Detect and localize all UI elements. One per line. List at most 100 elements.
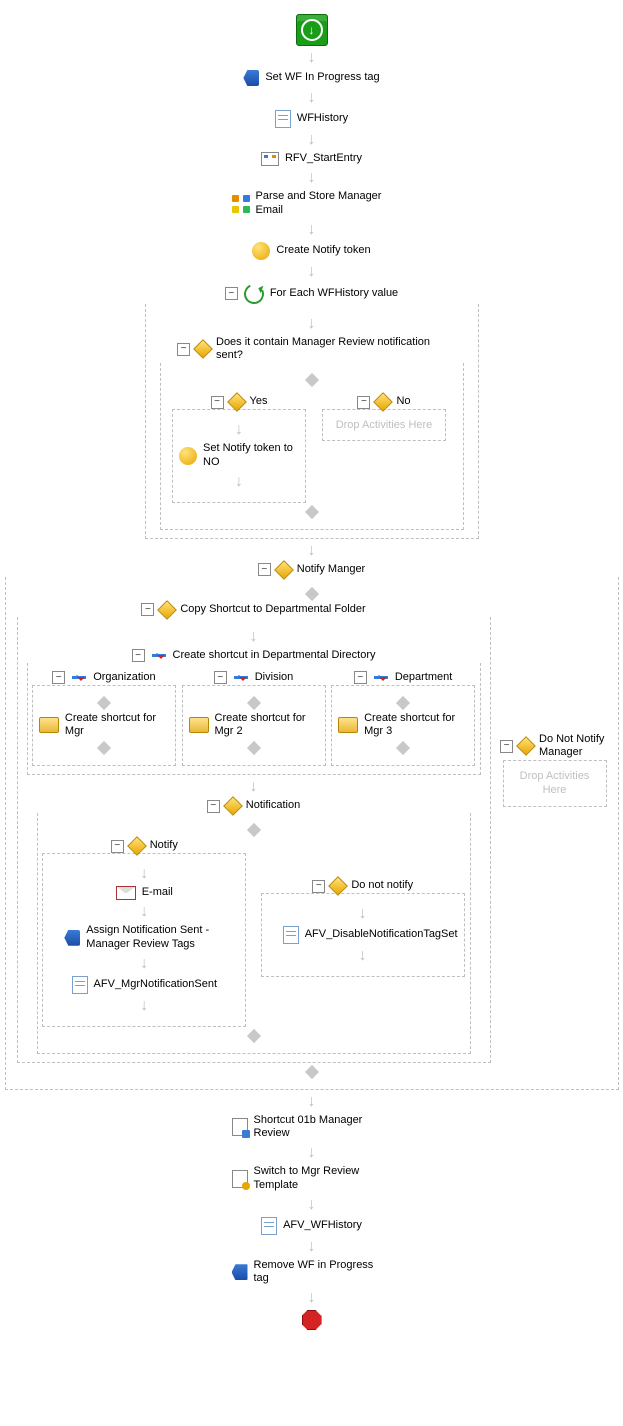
form-icon — [261, 152, 279, 166]
activity-label: Switch to Mgr Review Template — [254, 1165, 392, 1193]
collapse-toggle[interactable]: − — [111, 840, 124, 853]
collapse-toggle[interactable]: − — [312, 880, 325, 893]
branch-label: Division — [255, 671, 294, 685]
collapse-toggle[interactable]: − — [357, 396, 370, 409]
foreach-label: For Each WFHistory value — [270, 287, 398, 301]
branch-no-header[interactable]: − No — [357, 395, 410, 409]
collapse-toggle[interactable]: − — [258, 563, 271, 576]
connector-arrow: ↓ — [308, 90, 316, 106]
branch-department-header[interactable]: − Department — [354, 671, 452, 685]
branch-organization-body: Create shortcut for Mgr — [32, 685, 176, 767]
connector-arrow: ↓ — [308, 316, 316, 332]
split-icon — [304, 373, 318, 387]
folder-icon — [189, 717, 209, 733]
copy-shortcut-header[interactable]: − Copy Shortcut to Departmental Folder — [141, 603, 365, 617]
collapse-toggle[interactable]: − — [52, 671, 65, 684]
activity-shortcut-01b[interactable]: Shortcut 01b Manager Review — [232, 1114, 392, 1142]
connector-arrow: ↓ — [308, 170, 316, 186]
activity-create-notify-token[interactable]: Create Notify token — [252, 242, 370, 260]
merge-icon — [396, 741, 410, 755]
branch-department-body: Create shortcut for Mgr 3 — [331, 685, 475, 767]
collapse-toggle[interactable]: − — [354, 671, 367, 684]
activity-create-shortcut-mgr-3[interactable]: Create shortcut for Mgr 3 — [338, 712, 468, 740]
activity-wfhistory[interactable]: WFHistory — [275, 110, 348, 128]
activity-label: Parse and Store Manager Email — [256, 190, 392, 218]
connector-arrow: ↓ — [140, 998, 148, 1014]
foreach-header[interactable]: − For Each WFHistory value — [225, 284, 398, 304]
loop-icon — [241, 281, 267, 307]
collapse-toggle[interactable]: − — [500, 740, 513, 753]
branch-notify-body: ↓ E-mail ↓ — [42, 853, 246, 1027]
foreach-container: ↓ − Does it contain Manager Review notif… — [145, 304, 479, 539]
branch-label: Notify — [150, 839, 178, 853]
route-icon — [233, 671, 249, 685]
collapse-toggle[interactable]: − — [225, 287, 238, 300]
split-icon — [304, 586, 318, 600]
activity-afv-mgr-notification-sent[interactable]: AFV_MgrNotificationSent — [72, 976, 218, 994]
connector-arrow: ↓ — [359, 948, 367, 964]
connector-arrow: ↓ — [308, 1290, 316, 1306]
activity-remove-wf-tag[interactable]: Remove WF in Progress tag — [232, 1259, 392, 1287]
activity-email[interactable]: E-mail — [116, 886, 173, 900]
split-icon — [396, 695, 410, 709]
collapse-toggle[interactable]: − — [207, 800, 220, 813]
branch-yes-header[interactable]: − Yes — [211, 395, 268, 409]
activity-afv-disable-notification-tag-set[interactable]: AFV_DisableNotificationTagSet — [283, 926, 443, 944]
activity-create-shortcut-mgr[interactable]: Create shortcut for Mgr — [39, 712, 169, 740]
connector-arrow: ↓ — [250, 779, 258, 795]
branch-do-not-notify-body: ↓ AFV_DisableNotificationTagSet ↓ — [261, 893, 465, 977]
activity-label: Create Notify token — [276, 244, 370, 258]
collapse-toggle[interactable]: − — [211, 396, 224, 409]
drop-placeholder[interactable]: Drop Activities Here — [336, 418, 433, 432]
shortcut-icon — [232, 1118, 248, 1136]
activity-switch-template[interactable]: Switch to Mgr Review Template — [232, 1165, 392, 1193]
connector-arrow: ↓ — [308, 264, 316, 280]
connector-arrow: ↓ — [308, 1094, 316, 1110]
activity-label: Assign Notification Sent - Manager Revie… — [86, 924, 224, 952]
branch-do-not-notify-manager-header[interactable]: − Do Not Notify Manager — [500, 733, 609, 761]
activity-label: Create shortcut in Departmental Director… — [173, 649, 376, 663]
activity-label: AFV_MgrNotificationSent — [94, 978, 218, 992]
branch-division-header[interactable]: − Division — [214, 671, 294, 685]
notification-header[interactable]: − Notification — [207, 799, 300, 813]
email-icon — [116, 886, 136, 900]
collapse-toggle[interactable]: − — [132, 649, 145, 662]
activity-label: E-mail — [142, 886, 173, 900]
activity-parse-store-email[interactable]: Parse and Store Manager Email — [232, 190, 392, 218]
create-shortcut-dir-container: − Organization Cre — [27, 663, 481, 776]
merge-icon — [304, 1064, 318, 1078]
merge-icon — [97, 741, 111, 755]
branch-do-not-notify-header[interactable]: − Do not notify — [312, 879, 413, 893]
merge-icon — [246, 1028, 260, 1042]
arrow-down-circle-icon: ↓ — [301, 19, 323, 41]
activity-set-notify-token-no[interactable]: Set Notify token to NO — [179, 442, 299, 470]
decision-icon — [193, 339, 213, 359]
activity-label: Set Notify token to NO — [203, 442, 299, 470]
notify-manager-header[interactable]: − Notify Manger — [258, 563, 365, 577]
activity-afv-wfhistory[interactable]: AFV_WFHistory — [261, 1217, 362, 1235]
notify-manager-container: − Copy Shortcut to Departmental Folder ↓… — [5, 577, 619, 1090]
activity-label: Set WF In Progress tag — [265, 71, 379, 85]
activity-label: Create shortcut for Mgr 3 — [364, 712, 468, 740]
activity-assign-tags[interactable]: Assign Notification Sent - Manager Revie… — [64, 924, 224, 952]
connector-arrow: ↓ — [308, 543, 316, 559]
branch-label: Department — [395, 671, 452, 685]
branch-organization-header[interactable]: − Organization — [52, 671, 155, 685]
collapse-toggle[interactable]: − — [141, 603, 154, 616]
document-icon — [72, 976, 88, 994]
connector-arrow: ↓ — [140, 866, 148, 882]
collapse-toggle[interactable]: − — [214, 671, 227, 684]
activity-set-wf-in-progress[interactable]: Set WF In Progress tag — [243, 70, 379, 86]
condition-header[interactable]: − Does it contain Manager Review notific… — [177, 336, 446, 364]
collapse-toggle[interactable]: − — [177, 343, 190, 356]
branch-notify-header[interactable]: − Notify — [111, 839, 178, 853]
merge-icon — [246, 741, 260, 755]
create-shortcut-dir-header[interactable]: − Create shortcut in Departmental Direct… — [132, 649, 376, 663]
activity-create-shortcut-mgr-2[interactable]: Create shortcut for Mgr 2 — [189, 712, 319, 740]
activity-label: Remove WF in Progress tag — [254, 1259, 392, 1287]
activity-rfv-start-entry[interactable]: RFV_StartEntry — [261, 152, 362, 166]
end-node[interactable] — [302, 1310, 322, 1330]
connector-arrow: ↓ — [308, 132, 316, 148]
drop-placeholder[interactable]: Drop Activities Here — [510, 769, 600, 798]
start-node[interactable]: ↓ — [296, 14, 328, 46]
